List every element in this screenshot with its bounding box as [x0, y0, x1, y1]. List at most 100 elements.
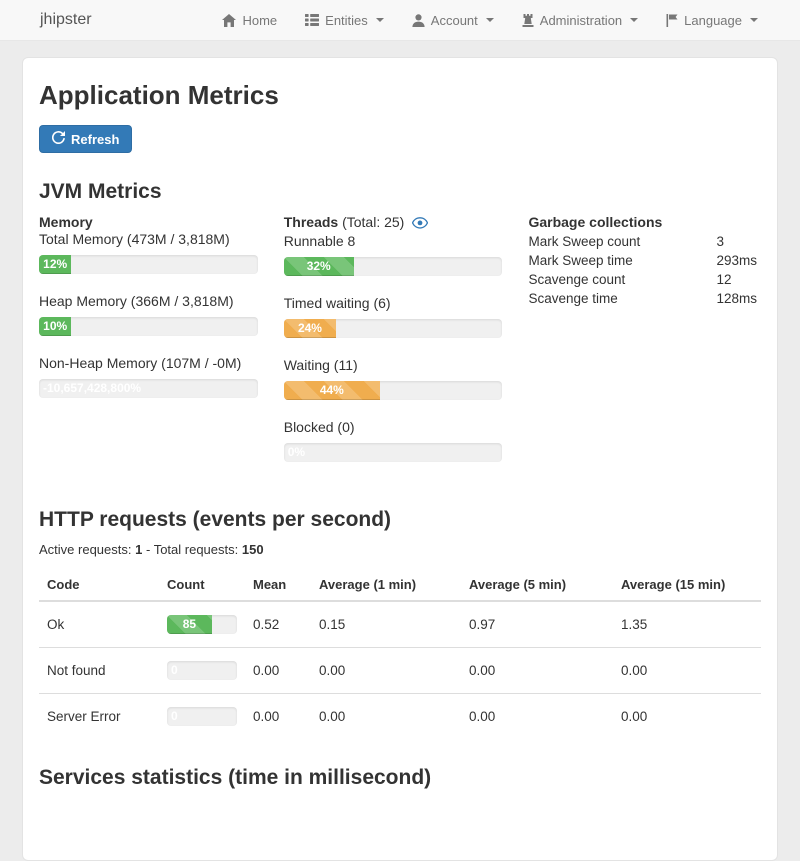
- user-icon: [412, 14, 425, 27]
- jvm-metrics-title: JVM Metrics: [39, 180, 761, 204]
- requests-summary: Active requests: 1 - Total requests: 150: [39, 542, 761, 557]
- progress-waiting: 44%: [284, 381, 503, 400]
- threads-total: (Total: 25): [342, 214, 404, 230]
- progress-bar-fill: 32%: [284, 257, 354, 276]
- metric-label: Runnable 8: [284, 233, 503, 249]
- metric-label: Timed waiting (6): [284, 295, 503, 311]
- progress-bar-fill: 12%: [39, 255, 71, 274]
- progress-timed-waiting: 24%: [284, 319, 503, 338]
- metric-heap-memory: Heap Memory (366M / 3,818M) 10%: [39, 293, 258, 336]
- count-progress: 0: [167, 707, 237, 726]
- total-requests-label: Total requests:: [154, 542, 239, 557]
- mean-cell: 0.00: [245, 648, 311, 694]
- table-header-row: Code Count Mean Average (1 min) Average …: [39, 569, 761, 601]
- code-cell: Server Error: [39, 694, 159, 740]
- avg5-cell: 0.00: [461, 648, 613, 694]
- avg5-cell: 0.00: [461, 694, 613, 740]
- gc-heading: Garbage collections: [528, 214, 757, 230]
- memory-column: Memory Total Memory (473M / 3,818M) 12% …: [39, 214, 284, 481]
- count-progress: 0: [167, 661, 237, 680]
- column-header-avg1: Average (1 min): [311, 569, 461, 601]
- progress-bar-fill: 44%: [284, 381, 380, 400]
- avg15-cell: 0.00: [613, 648, 761, 694]
- metric-label: Non-Heap Memory (107M / -0M): [39, 355, 258, 371]
- active-requests-label: Active requests:: [39, 542, 132, 557]
- nav-item-account[interactable]: Account: [398, 0, 508, 41]
- nav-item-label: Administration: [540, 13, 622, 28]
- jvm-metrics-row: Memory Total Memory (473M / 3,818M) 12% …: [39, 214, 761, 481]
- gc-value: 128ms: [716, 291, 757, 306]
- nav-item-entities[interactable]: Entities: [291, 0, 398, 41]
- avg15-cell: 0.00: [613, 694, 761, 740]
- progress-bar-fill: 0: [167, 661, 171, 680]
- code-cell: Not found: [39, 648, 159, 694]
- column-header-avg15: Average (15 min): [613, 569, 761, 601]
- gc-label: Mark Sweep count: [528, 234, 716, 249]
- progress-bar-fill: -10,657,428,800%: [39, 379, 43, 398]
- avg1-cell: 0.15: [311, 601, 461, 648]
- http-requests-title: HTTP requests (events per second): [39, 508, 761, 532]
- progress-bar-fill: 10%: [39, 317, 71, 336]
- metric-nonheap-memory: Non-Heap Memory (107M / -0M) -10,657,428…: [39, 355, 258, 398]
- mean-cell: 0.00: [245, 694, 311, 740]
- metric-runnable: Runnable 8 32%: [284, 233, 503, 276]
- progress-bar-fill: 0%: [284, 443, 288, 462]
- http-requests-table: Code Count Mean Average (1 min) Average …: [39, 569, 761, 739]
- gc-row: Scavenge count 12: [528, 272, 757, 287]
- threads-column: Threads (Total: 25) Runnable 8 32% Timed…: [284, 214, 529, 481]
- metric-blocked: Blocked (0) 0%: [284, 419, 503, 462]
- column-header-count: Count: [159, 569, 245, 601]
- table-row-ok: Ok 85 0.52 0.15 0.97 1.35: [39, 601, 761, 648]
- eye-icon[interactable]: [412, 216, 428, 232]
- avg5-cell: 0.97: [461, 601, 613, 648]
- avg15-cell: 1.35: [613, 601, 761, 648]
- chevron-down-icon: [486, 18, 494, 22]
- chevron-down-icon: [376, 18, 384, 22]
- page-title: Application Metrics: [39, 80, 761, 111]
- metric-timed-waiting: Timed waiting (6) 24%: [284, 295, 503, 338]
- gc-column: Garbage collections Mark Sweep count 3 M…: [528, 214, 761, 481]
- home-icon: [222, 14, 236, 27]
- gc-row: Mark Sweep count 3: [528, 234, 757, 249]
- progress-total-memory: 12%: [39, 255, 258, 274]
- list-icon: [305, 14, 319, 26]
- nav-item-label: Entities: [325, 13, 368, 28]
- progress-bar-fill: 0: [167, 707, 171, 726]
- metric-label: Heap Memory (366M / 3,818M): [39, 293, 258, 309]
- progress-nonheap-memory: -10,657,428,800%: [39, 379, 258, 398]
- nav-item-administration[interactable]: Administration: [508, 0, 652, 41]
- table-row-not-found: Not found 0 0.00 0.00 0.00 0.00: [39, 648, 761, 694]
- nav-item-label: Account: [431, 13, 478, 28]
- flag-icon: [666, 14, 678, 27]
- gc-label: Scavenge time: [528, 291, 716, 306]
- navbar: jhipster Home Entities Account Administr…: [0, 0, 800, 41]
- metric-label: Waiting (11): [284, 357, 503, 373]
- metric-total-memory: Total Memory (473M / 3,818M) 12%: [39, 231, 258, 274]
- refresh-button-label: Refresh: [71, 132, 119, 147]
- table-row-server-error: Server Error 0 0.00 0.00 0.00 0.00: [39, 694, 761, 740]
- threads-heading: Threads (Total: 25): [284, 214, 503, 232]
- metric-waiting: Waiting (11) 44%: [284, 357, 503, 400]
- refresh-icon: [52, 131, 65, 147]
- nav-item-label: Language: [684, 13, 742, 28]
- threads-heading-label: Threads: [284, 214, 338, 230]
- nav-item-language[interactable]: Language: [652, 0, 772, 41]
- brand-link[interactable]: jhipster: [40, 11, 92, 29]
- progress-bar-fill: 24%: [284, 319, 336, 338]
- tower-icon: [522, 14, 534, 27]
- progress-blocked: 0%: [284, 443, 503, 462]
- metric-label: Blocked (0): [284, 419, 503, 435]
- gc-row: Mark Sweep time 293ms: [528, 253, 757, 268]
- column-header-mean: Mean: [245, 569, 311, 601]
- chevron-down-icon: [630, 18, 638, 22]
- progress-heap-memory: 10%: [39, 317, 258, 336]
- column-header-avg5: Average (5 min): [461, 569, 613, 601]
- summary-separator: -: [142, 542, 153, 557]
- count-cell: 0: [159, 694, 245, 740]
- column-header-code: Code: [39, 569, 159, 601]
- chevron-down-icon: [750, 18, 758, 22]
- progress-runnable: 32%: [284, 257, 503, 276]
- nav-item-label: Home: [242, 13, 277, 28]
- refresh-button[interactable]: Refresh: [39, 125, 132, 153]
- nav-item-home[interactable]: Home: [208, 0, 291, 41]
